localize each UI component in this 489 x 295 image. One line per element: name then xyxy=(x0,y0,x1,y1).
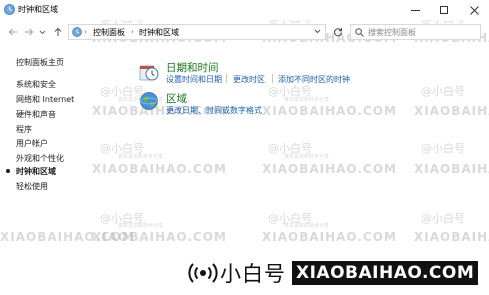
watermark-text: @小白号 xyxy=(421,142,465,155)
minimize-button[interactable] xyxy=(401,0,429,20)
watermark-text: @小白号 xyxy=(421,85,465,98)
arrow-left-icon xyxy=(8,28,17,36)
refresh-button[interactable] xyxy=(330,24,346,40)
sidebar-item-ease-of-access[interactable]: 轻松使用 xyxy=(16,181,48,192)
watermark-text: 真实需求和技术分享 xyxy=(284,223,330,229)
refresh-icon xyxy=(334,28,342,37)
watermark-text: XIAOBAIHAO.COM xyxy=(262,104,397,118)
watermark-text: XIAOBAIHAO.COM xyxy=(414,104,489,118)
back-button[interactable] xyxy=(7,26,19,38)
sidebar-item-clock-region[interactable]: 时钟和区域 xyxy=(16,166,56,177)
window-title: 时钟和区域 xyxy=(18,5,58,14)
recent-locations-button[interactable] xyxy=(38,26,46,38)
watermark-text: XIAOBAIHAO.COM xyxy=(414,230,489,244)
breadcrumb-separator-icon[interactable]: › xyxy=(84,28,87,36)
watermark-text: @小白号 xyxy=(268,85,312,98)
globe-icon[interactable] xyxy=(139,91,159,111)
link-divider xyxy=(226,74,227,83)
arrow-up-icon xyxy=(54,27,62,36)
search-icon xyxy=(355,28,364,37)
sidebar: 控制面板主页 系统和安全 网络和 Internet 硬件和声音 程序 用户帐户 … xyxy=(0,44,110,295)
breadcrumb-separator-icon[interactable]: › xyxy=(131,28,134,36)
set-time-date-link[interactable]: 设置时间和日期 xyxy=(166,74,222,85)
watermark-text: @小白号 xyxy=(268,142,312,155)
change-timezone-link[interactable]: 更改时区 xyxy=(233,74,265,85)
watermark-text: 真实需求和技术分享 xyxy=(118,154,164,160)
sidebar-item-programs[interactable]: 程序 xyxy=(16,124,32,135)
date-time-title[interactable]: 日期和时间 xyxy=(166,60,219,75)
logo-text-cn: 小白号 xyxy=(220,262,286,286)
arrow-right-icon xyxy=(25,28,34,36)
minimize-icon xyxy=(410,9,420,11)
watermark-text: @小白号 xyxy=(421,212,465,225)
close-icon xyxy=(469,5,479,15)
navigation-bar: › 控制面板 › 时钟和区域 搜索控制面板 xyxy=(0,20,489,44)
sidebar-item-hardware-sound[interactable]: 硬件和声音 xyxy=(16,109,56,120)
brand-logo: 小白号 XIAOBAIHAO.COM xyxy=(188,258,479,288)
breadcrumb-clock-region[interactable]: 时钟和区域 xyxy=(139,27,179,38)
sidebar-item-appearance[interactable]: 外观和个性化 xyxy=(16,153,64,164)
watermark-text: @小白号 xyxy=(268,212,312,225)
watermark-text: 真实需求和技术分享 xyxy=(118,223,164,229)
watermark-text: XIAOBAIHAO.COM xyxy=(262,162,397,176)
clock-icon[interactable] xyxy=(139,62,159,82)
maximize-button[interactable] xyxy=(430,0,458,20)
watermark-text: XIAOBAIHAO.COM xyxy=(92,162,227,176)
logo-text-en: XIAOBAIHAO.COM xyxy=(292,261,479,285)
add-clocks-link[interactable]: 添加不同时区的时钟 xyxy=(278,74,350,85)
sidebar-item-system-security[interactable]: 系统和安全 xyxy=(16,79,56,90)
watermark-text: 真实需求和技术分享 xyxy=(284,97,330,103)
chevron-down-icon[interactable] xyxy=(314,28,321,36)
control-panel-icon xyxy=(72,27,82,37)
breadcrumb-control-panel[interactable]: 控制面板 xyxy=(93,27,125,38)
watermark-text: XIAOBAIHAO.COM xyxy=(92,230,227,244)
chevron-down-icon xyxy=(39,30,45,35)
up-button[interactable] xyxy=(52,26,64,38)
watermark-text: XIAOBAIHAO.COM xyxy=(414,162,489,176)
close-button[interactable] xyxy=(459,0,489,20)
broadcast-signal-icon xyxy=(188,263,218,283)
control-panel-icon xyxy=(4,4,15,15)
search-input[interactable]: 搜索控制面板 xyxy=(350,24,481,40)
forward-button[interactable] xyxy=(23,26,35,38)
sidebar-item-user-accounts[interactable]: 用户帐户 xyxy=(16,138,48,149)
change-format-link[interactable]: 更改日期、时间或数字格式 xyxy=(166,105,262,116)
link-divider xyxy=(272,74,273,83)
maximize-icon xyxy=(440,6,448,14)
sidebar-item-home[interactable]: 控制面板主页 xyxy=(16,57,64,68)
watermark-text: 真实需求和技术分享 xyxy=(284,154,330,160)
watermark-text: XIAOBAIHAO.COM xyxy=(262,230,397,244)
search-placeholder: 搜索控制面板 xyxy=(368,28,416,37)
sidebar-item-network-internet[interactable]: 网络和 Internet xyxy=(16,94,74,105)
address-bar[interactable]: › 控制面板 › 时钟和区域 xyxy=(68,24,326,40)
region-title[interactable]: 区域 xyxy=(166,91,187,106)
title-bar[interactable]: 时钟和区域 xyxy=(0,0,489,20)
selected-bullet-icon xyxy=(6,169,10,173)
